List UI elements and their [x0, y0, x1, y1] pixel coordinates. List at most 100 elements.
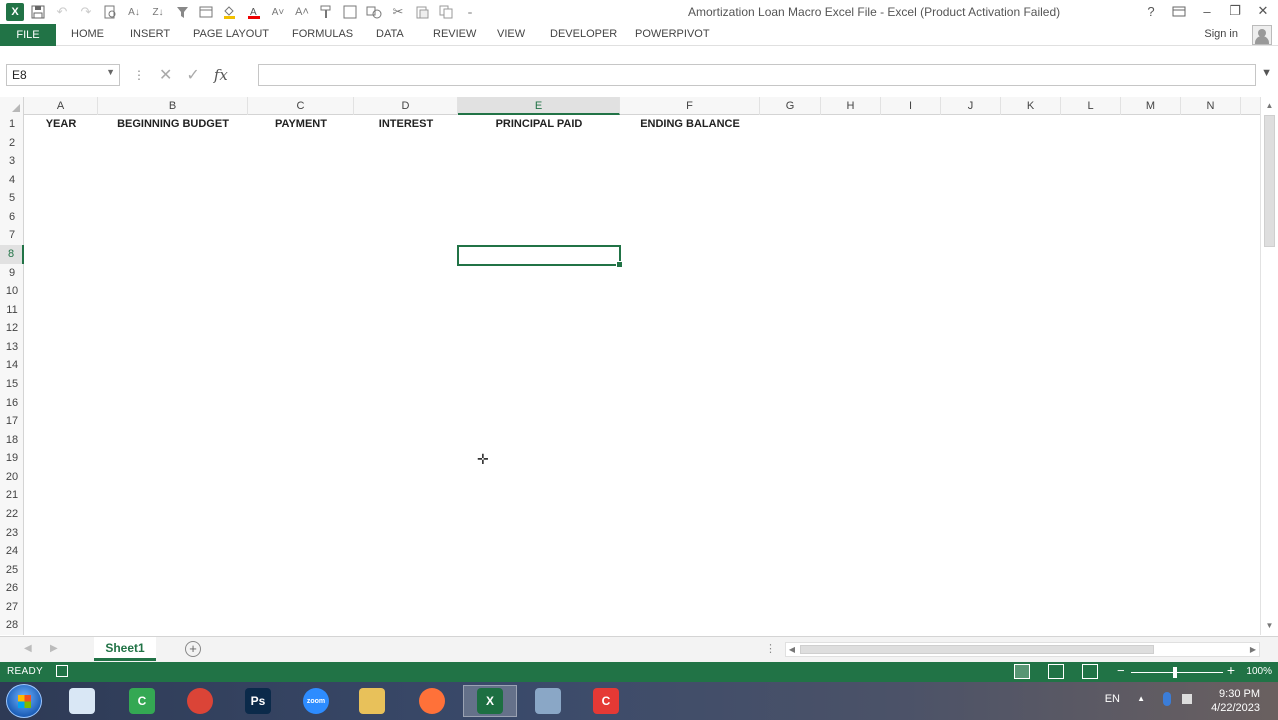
- cell-f1[interactable]: ENDING BALANCE: [620, 115, 760, 134]
- row-header-9[interactable]: 9: [0, 264, 24, 283]
- column-header-e[interactable]: E: [458, 97, 620, 115]
- cell-d1[interactable]: INTEREST: [354, 115, 458, 134]
- row-header-6[interactable]: 6: [0, 208, 24, 227]
- row-header-13[interactable]: 13: [0, 338, 24, 357]
- column-header-b[interactable]: B: [98, 97, 248, 115]
- row-header-5[interactable]: 5: [0, 189, 24, 208]
- language-indicator[interactable]: EN: [1105, 693, 1120, 705]
- cell-e1[interactable]: PRINCIPAL PAID: [458, 115, 620, 134]
- clock[interactable]: 9:30 PM 4/22/2023: [1211, 687, 1260, 715]
- page-break-preview-icon[interactable]: [1082, 664, 1098, 679]
- vertical-scrollbar[interactable]: ▲ ▼: [1260, 97, 1278, 635]
- show-hidden-icons-icon[interactable]: ▲: [1137, 694, 1145, 703]
- row-header-7[interactable]: 7: [0, 226, 24, 245]
- name-box[interactable]: E8 ▼: [6, 64, 120, 86]
- row-header-8[interactable]: 8: [0, 245, 24, 264]
- row-header-17[interactable]: 17: [0, 412, 24, 431]
- tab-data[interactable]: DATA: [376, 28, 404, 40]
- column-header-f[interactable]: F: [620, 97, 760, 115]
- column-header-n[interactable]: N: [1181, 97, 1241, 115]
- sort-ascending-icon[interactable]: A↓: [124, 2, 144, 22]
- row-header-11[interactable]: 11: [0, 301, 24, 320]
- taskbar-explorer-button[interactable]: [345, 685, 399, 717]
- row-header-10[interactable]: 10: [0, 282, 24, 301]
- redo-icon[interactable]: ↷: [76, 2, 96, 22]
- row-header-4[interactable]: 4: [0, 171, 24, 190]
- help-icon[interactable]: ?: [1142, 2, 1160, 20]
- cut-icon[interactable]: ✂: [388, 2, 408, 22]
- undo-icon[interactable]: ↶: [52, 2, 72, 22]
- formula-input[interactable]: [258, 64, 1256, 86]
- network-icon[interactable]: [1182, 694, 1192, 704]
- taskbar-camtasia-button[interactable]: C: [115, 685, 169, 717]
- row-header-26[interactable]: 26: [0, 579, 24, 598]
- sign-in-link[interactable]: Sign in: [1204, 28, 1238, 40]
- user-avatar-icon[interactable]: [1252, 25, 1272, 45]
- new-sheet-button[interactable]: +: [185, 641, 201, 657]
- column-header-a[interactable]: A: [24, 97, 98, 115]
- select-all-button[interactable]: [0, 97, 24, 115]
- column-header-j[interactable]: J: [941, 97, 1001, 115]
- taskbar-excel-button[interactable]: X: [463, 685, 517, 717]
- column-header-d[interactable]: D: [354, 97, 458, 115]
- row-header-25[interactable]: 25: [0, 561, 24, 580]
- row-header-1[interactable]: 1: [0, 115, 24, 134]
- cancel-entry-icon[interactable]: ✕: [159, 65, 172, 85]
- normal-view-icon[interactable]: [1014, 664, 1030, 679]
- expand-formula-bar-icon[interactable]: ▼: [1261, 67, 1272, 79]
- row-header-23[interactable]: 23: [0, 524, 24, 543]
- row-header-14[interactable]: 14: [0, 356, 24, 375]
- increase-font-icon[interactable]: A˄: [292, 2, 312, 22]
- row-header-20[interactable]: 20: [0, 468, 24, 487]
- column-header-c[interactable]: C: [248, 97, 354, 115]
- tab-review[interactable]: REVIEW: [433, 28, 476, 40]
- zoom-knob[interactable]: [1173, 667, 1177, 678]
- cells-area[interactable]: YEAR BEGINNING BUDGET PAYMENT INTEREST P…: [24, 115, 1260, 635]
- cell-a1[interactable]: YEAR: [24, 115, 98, 134]
- row-header-28[interactable]: 28: [0, 616, 24, 635]
- horizontal-scrollbar[interactable]: ◀ ▶: [785, 642, 1260, 657]
- horizontal-scroll-thumb[interactable]: [800, 645, 1154, 654]
- cell-c1[interactable]: PAYMENT: [248, 115, 354, 134]
- taskbar-chrome-button[interactable]: [173, 685, 227, 717]
- taskbar-calculator-button[interactable]: [521, 685, 575, 717]
- row-header-12[interactable]: 12: [0, 319, 24, 338]
- filter-icon[interactable]: [172, 2, 192, 22]
- column-header-m[interactable]: M: [1121, 97, 1181, 115]
- scroll-down-icon[interactable]: ▼: [1261, 619, 1278, 633]
- taskbar-zoom-button[interactable]: zoom: [289, 685, 343, 717]
- next-sheet-icon[interactable]: ▶: [50, 643, 58, 654]
- zoom-in-icon[interactable]: +: [1227, 662, 1235, 678]
- decrease-font-icon[interactable]: A˅: [268, 2, 288, 22]
- row-header-19[interactable]: 19: [0, 449, 24, 468]
- bluetooth-icon[interactable]: [1163, 692, 1171, 706]
- taskbar-recorder-button[interactable]: C: [579, 685, 633, 717]
- borders-icon[interactable]: [340, 2, 360, 22]
- row-header-2[interactable]: 2: [0, 134, 24, 153]
- row-header-3[interactable]: 3: [0, 152, 24, 171]
- column-header-i[interactable]: I: [881, 97, 941, 115]
- restore-button[interactable]: ❐: [1226, 2, 1244, 20]
- zoom-slider[interactable]: − +: [1117, 662, 1237, 680]
- tab-page-layout[interactable]: PAGE LAYOUT: [193, 28, 269, 40]
- shapes-icon[interactable]: [364, 2, 384, 22]
- row-header-21[interactable]: 21: [0, 486, 24, 505]
- previous-sheet-icon[interactable]: ◀: [24, 643, 32, 654]
- macro-recording-icon[interactable]: [56, 665, 68, 677]
- taskbar-photoshop-button[interactable]: Ps: [231, 685, 285, 717]
- zoom-percent[interactable]: 100%: [1246, 666, 1272, 677]
- tab-file[interactable]: FILE: [0, 24, 56, 46]
- tab-splitter[interactable]: ⋮: [765, 642, 776, 655]
- taskbar-firefox-button[interactable]: [405, 685, 459, 717]
- save-icon[interactable]: [28, 2, 48, 22]
- form-icon[interactable]: [196, 2, 216, 22]
- excel-logo-icon[interactable]: X: [6, 3, 24, 21]
- row-header-15[interactable]: 15: [0, 375, 24, 394]
- fill-color-icon[interactable]: [220, 2, 240, 22]
- column-header-h[interactable]: H: [821, 97, 881, 115]
- print-preview-icon[interactable]: [100, 2, 120, 22]
- row-header-16[interactable]: 16: [0, 394, 24, 413]
- scroll-up-icon[interactable]: ▲: [1261, 99, 1278, 113]
- cell-b1[interactable]: BEGINNING BUDGET: [98, 115, 248, 134]
- scroll-left-icon[interactable]: ◀: [786, 643, 798, 657]
